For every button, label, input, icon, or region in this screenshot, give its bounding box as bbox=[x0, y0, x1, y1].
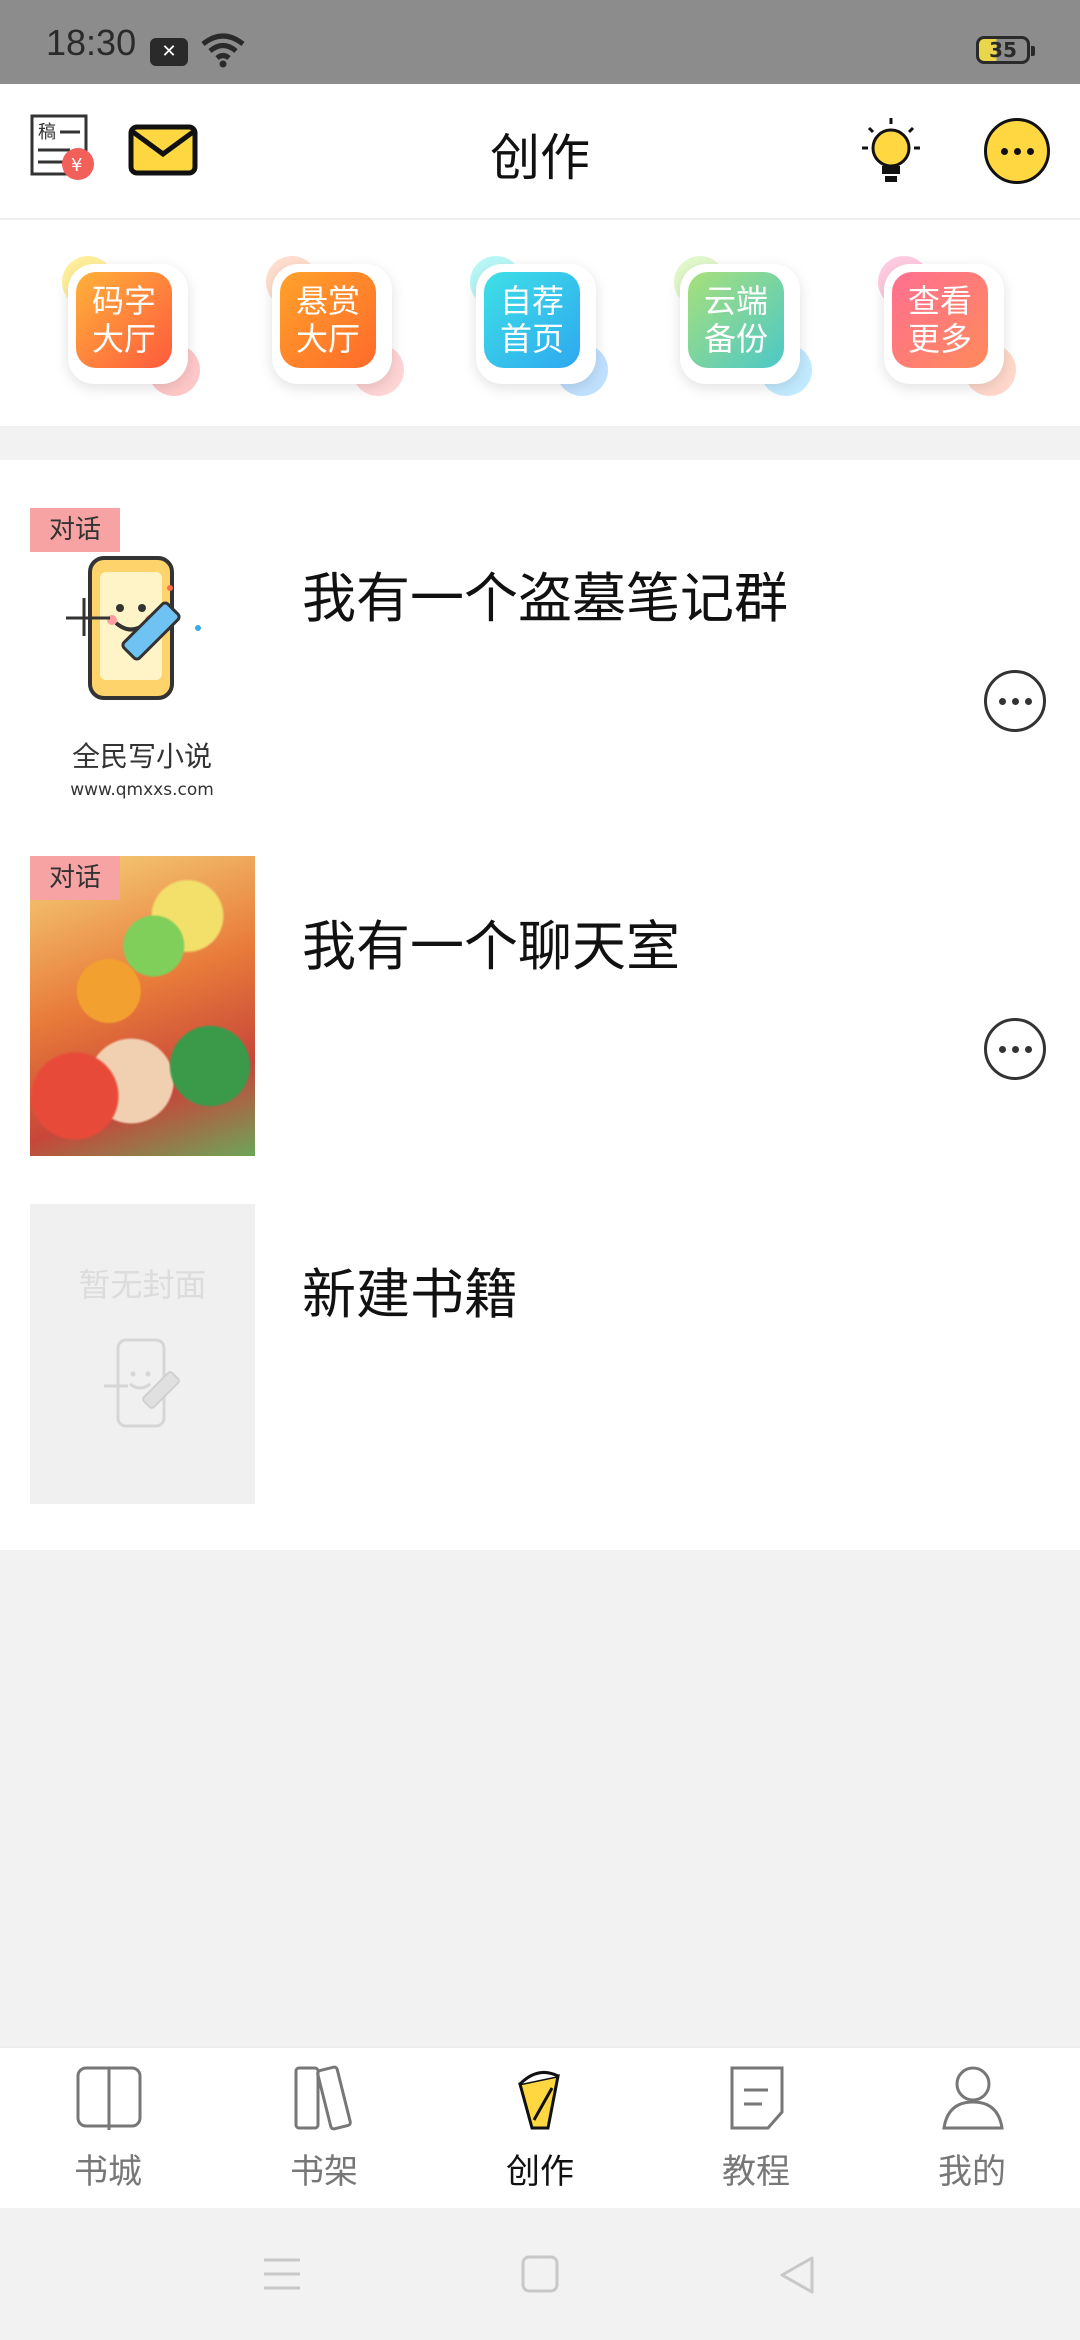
nav-label: 教程 bbox=[722, 2152, 790, 2192]
quick-action-label: 大厅 bbox=[91, 320, 156, 358]
status-time: 18:30 bbox=[46, 22, 137, 63]
wifi-icon bbox=[201, 33, 245, 68]
system-navigation-bar bbox=[0, 2208, 1080, 2340]
quick-action-cloud-backup[interactable]: 云端 备份 bbox=[670, 254, 812, 396]
back-icon[interactable] bbox=[776, 2254, 816, 2296]
phone-writing-illustration: 全民写小说 www.qmxxs.com bbox=[66, 556, 214, 800]
quick-action-self-recommend[interactable]: 自荐 首页 bbox=[466, 254, 608, 396]
quick-action-label: 查看 bbox=[907, 282, 972, 320]
nav-label: 书架 bbox=[290, 2152, 358, 2192]
home-icon[interactable] bbox=[520, 2254, 560, 2294]
battery-indicator: 35 bbox=[976, 36, 1035, 64]
book-title[interactable]: 新建书籍 bbox=[302, 1250, 518, 1329]
notification-icon: ✕ bbox=[150, 38, 188, 66]
nav-item-tutorial[interactable]: 教程 bbox=[648, 2048, 864, 2210]
nav-item-bookstore[interactable]: 书城 bbox=[0, 2048, 216, 2210]
lightbulb-icon[interactable] bbox=[856, 116, 926, 188]
quick-action-label: 码字 bbox=[91, 282, 156, 320]
new-book-item[interactable]: 暂无封面 新建书籍 bbox=[0, 1204, 1080, 1534]
pen-cup-icon bbox=[518, 2070, 560, 2130]
dot bbox=[1013, 147, 1021, 155]
book-open-icon bbox=[76, 2066, 142, 2130]
quick-action-view-more[interactable]: 查看 更多 bbox=[874, 254, 1016, 396]
quick-action-label: 备份 bbox=[703, 320, 768, 358]
dot bbox=[1000, 147, 1008, 155]
menu-icon[interactable] bbox=[262, 2256, 302, 2292]
nav-item-me[interactable]: 我的 bbox=[864, 2048, 1080, 2210]
bookshelf-icon bbox=[294, 2065, 352, 2131]
dot bbox=[1011, 697, 1019, 705]
status-bar: 18:30 ✕ 35 bbox=[0, 0, 1080, 84]
book-more-button[interactable] bbox=[984, 1018, 1046, 1080]
nav-item-bookshelf[interactable]: 书架 bbox=[216, 2048, 432, 2210]
nav-label: 书城 bbox=[74, 2152, 142, 2192]
phone-writing-icon bbox=[104, 1338, 180, 1428]
book-title[interactable]: 我有一个聊天室 bbox=[302, 902, 680, 981]
cover-url: www.qmxxs.com bbox=[70, 780, 214, 800]
book-more-button[interactable] bbox=[984, 670, 1046, 732]
header: 稿 ¥ 创作 bbox=[0, 84, 1080, 220]
quick-action-bounty-hall[interactable]: 悬赏 大厅 bbox=[262, 254, 404, 396]
book-title[interactable]: 我有一个盗墓笔记群 bbox=[302, 554, 788, 633]
quick-action-typing-hall[interactable]: 码字 大厅 bbox=[58, 254, 200, 396]
dot bbox=[1026, 147, 1034, 155]
document-icon bbox=[730, 2066, 784, 2130]
dot bbox=[1024, 697, 1032, 705]
nav-item-create[interactable]: 创作 bbox=[432, 2048, 648, 2210]
dot bbox=[998, 697, 1006, 705]
book-item[interactable]: 对话 全民写小说 www.qmxxs.com 我有一个盗墓笔记群 bbox=[0, 508, 1080, 838]
book-cover-placeholder[interactable]: 暂无封面 bbox=[30, 1204, 255, 1504]
book-list: 对话 全民写小说 www.qmxxs.com 我有一个盗墓笔记群 对话 我有一个… bbox=[0, 460, 1080, 1550]
person-icon bbox=[942, 2066, 1004, 2130]
bottom-nav: 书城 书架 创作 教程 我的 bbox=[0, 2046, 1080, 2208]
nav-label: 我的 bbox=[938, 2152, 1006, 2192]
dot bbox=[1011, 1045, 1019, 1053]
quick-action-label: 云端 bbox=[703, 282, 768, 320]
quick-action-label: 首页 bbox=[499, 320, 564, 358]
dot bbox=[998, 1045, 1006, 1053]
no-cover-text: 暂无封面 bbox=[78, 1266, 207, 1304]
nav-label: 创作 bbox=[506, 2152, 574, 2192]
quick-action-label: 悬赏 bbox=[295, 282, 360, 320]
book-item[interactable]: 对话 我有一个聊天室 bbox=[0, 856, 1080, 1186]
dialogue-tag: 对话 bbox=[30, 856, 120, 900]
more-menu-icon[interactable] bbox=[984, 118, 1050, 184]
dot bbox=[1024, 1045, 1032, 1053]
quick-action-label: 自荐 bbox=[499, 282, 564, 320]
quick-actions: 码字 大厅 悬赏 大厅 自荐 首页 云端 备份 查看 更多 bbox=[0, 220, 1080, 426]
dialogue-tag: 对话 bbox=[30, 508, 120, 552]
book-cover[interactable]: 对话 全民写小说 www.qmxxs.com bbox=[30, 508, 255, 808]
quick-action-label: 更多 bbox=[907, 320, 972, 358]
book-cover[interactable]: 对话 bbox=[30, 856, 255, 1156]
battery-level: 35 bbox=[989, 38, 1017, 62]
cover-caption: 全民写小说 bbox=[72, 740, 212, 773]
quick-action-label: 大厅 bbox=[295, 320, 360, 358]
